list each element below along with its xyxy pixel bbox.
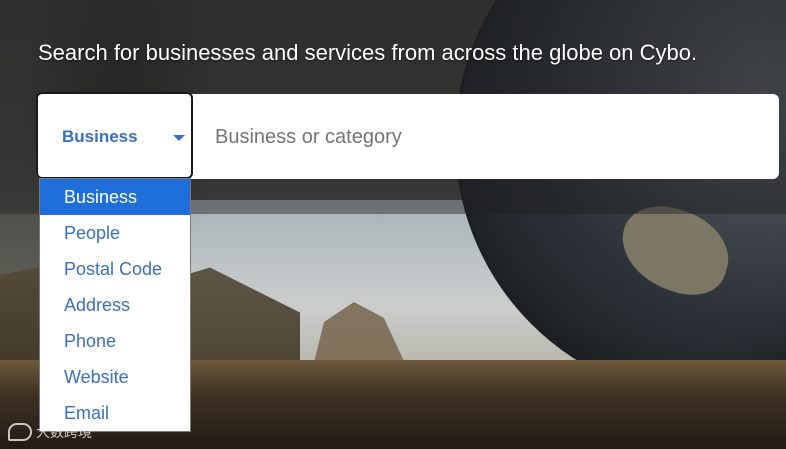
dropdown-option-people[interactable]: People [40,215,190,251]
watermark: 大数跨境 [8,422,92,442]
category-dropdown-menu: Business People Postal Code Address Phon… [39,178,191,432]
dropdown-option-phone[interactable]: Phone [40,323,190,359]
watermark-logo-icon [8,423,32,441]
dropdown-option-address[interactable]: Address [40,287,190,323]
watermark-text: 大数跨境 [36,424,92,440]
dropdown-option-website[interactable]: Website [40,359,190,395]
category-select[interactable]: Business [36,92,193,179]
search-input[interactable] [193,96,778,178]
page-headline: Search for businesses and services from … [38,40,698,65]
category-select-label: Business [62,127,138,146]
dropdown-option-business[interactable]: Business [40,179,190,215]
chevron-down-icon [173,135,185,141]
dropdown-option-postal-code[interactable]: Postal Code [40,251,190,287]
